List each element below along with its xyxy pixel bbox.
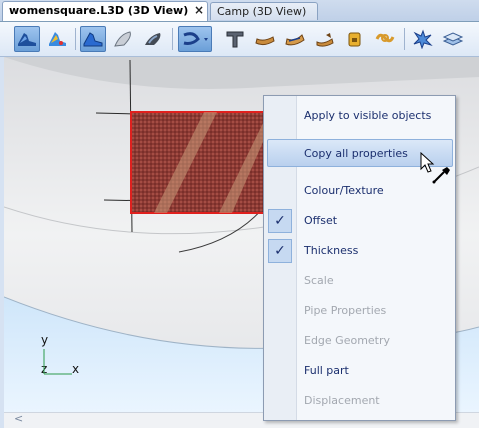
axis-lines-icon <box>43 349 72 375</box>
menu-item-apply-visible[interactable]: Apply to visible objects <box>264 101 455 131</box>
menu-item-full-part[interactable]: Full part <box>264 356 455 386</box>
loop-icon[interactable] <box>372 26 398 52</box>
menu-item-pipe-properties[interactable]: Pipe Properties <box>264 296 455 326</box>
menu-item-thickness[interactable]: ✓ Thickness <box>264 236 455 266</box>
last-icon[interactable] <box>140 26 166 52</box>
tab-womensquare[interactable]: womensquare.L3D (3D View) × <box>2 1 208 21</box>
shoe-color-icon[interactable] <box>44 26 70 52</box>
lock-icon[interactable] <box>342 26 368 52</box>
check-icon: ✓ <box>268 239 292 263</box>
menu-item-label: Offset <box>304 214 338 227</box>
sole-icon[interactable] <box>252 26 278 52</box>
insole-icon[interactable] <box>110 26 136 52</box>
check-icon: ✓ <box>268 209 292 233</box>
menu-item-offset[interactable]: ✓ Offset <box>264 206 455 236</box>
menu-item-label: Pipe Properties <box>304 304 387 317</box>
shoe-view-icon[interactable] <box>14 26 40 52</box>
tab-label: Camp (3D View) <box>217 5 307 18</box>
menu-item-label: Copy all properties <box>304 147 408 160</box>
tab-label: womensquare.L3D (3D View) <box>9 4 189 17</box>
context-menu: Apply to visible objects Copy all proper… <box>263 95 456 421</box>
stack-icon[interactable] <box>440 26 466 52</box>
curve-tool-icon[interactable] <box>178 26 212 52</box>
menu-item-label: Displacement <box>304 394 380 407</box>
sole-alt-icon[interactable] <box>282 26 308 52</box>
axis-indicator: y z x <box>36 333 96 377</box>
menu-item-label: Scale <box>304 274 334 287</box>
menu-item-edge-geometry[interactable]: Edge Geometry <box>264 326 455 356</box>
document-tab-strip: womensquare.L3D (3D View) × Camp (3D Vie… <box>0 0 479 22</box>
menu-item-label: Apply to visible objects <box>304 109 432 122</box>
menu-item-displacement[interactable]: Displacement <box>264 386 455 416</box>
text-tool-icon[interactable] <box>222 26 248 52</box>
close-icon[interactable]: × <box>194 2 204 19</box>
menu-item-scale[interactable]: Scale <box>264 266 455 296</box>
scroll-left-icon[interactable]: < <box>14 412 23 425</box>
eyedropper-cursor-icon <box>420 152 450 184</box>
menu-item-label: Edge Geometry <box>304 334 391 347</box>
menu-item-label: Thickness <box>304 244 359 257</box>
burst-icon[interactable] <box>410 26 436 52</box>
toolbar <box>0 22 479 57</box>
heel-icon[interactable] <box>312 26 338 52</box>
menu-item-label: Colour/Texture <box>304 184 384 197</box>
menu-item-label: Full part <box>304 364 349 377</box>
tab-camp[interactable]: Camp (3D View) <box>210 2 318 20</box>
shoe-outline-icon[interactable] <box>80 26 106 52</box>
